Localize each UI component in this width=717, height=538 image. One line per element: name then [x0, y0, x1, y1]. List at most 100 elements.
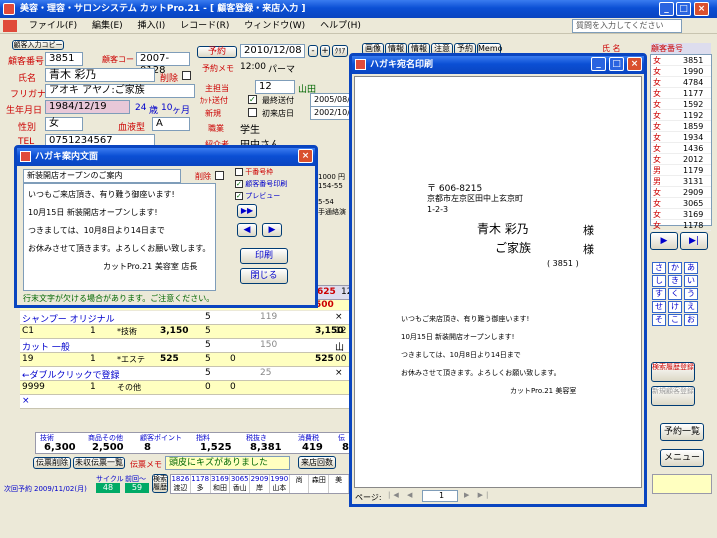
list-item[interactable]: 女 1990	[651, 66, 711, 77]
list-item[interactable]: 男 3131	[651, 176, 711, 187]
copy-button[interactable]: 顧客入力コピー	[12, 40, 64, 50]
recent-item[interactable]: 3065 香山	[230, 475, 251, 493]
recent-item[interactable]: 美	[329, 475, 350, 493]
menu-window[interactable]: ウィンドウ(W)	[238, 18, 311, 34]
booking-date[interactable]: 2010/12/08	[240, 44, 305, 58]
page-nav-first-icon[interactable]: |◀ ◀	[388, 491, 415, 499]
recent-item[interactable]: 1990 山本	[270, 475, 290, 493]
subject-field[interactable]: 新装開店オープンのご案内	[23, 169, 181, 183]
blood-select[interactable]: A	[152, 117, 190, 131]
list-item[interactable]: 女 3851	[651, 55, 711, 66]
table-row[interactable]: シャンプー オリジナル 5 119 ×	[20, 311, 350, 325]
history-button[interactable]: 検索履歴登録	[651, 362, 695, 382]
list-item[interactable]: 女 3065	[651, 198, 711, 209]
unpaid-slips-button[interactable]: 未収伝票一覧	[73, 457, 125, 469]
slip-delete-button[interactable]: 伝票削除	[33, 457, 71, 469]
table-row[interactable]: ×	[20, 395, 350, 409]
list-item[interactable]: 女 2012	[651, 154, 711, 165]
page-nav-last-icon[interactable]: ▶ ▶|	[464, 491, 491, 499]
kana-button[interactable]: す	[652, 288, 666, 300]
fast-forward-icon[interactable]: ▶▶	[237, 204, 257, 218]
date-minus-button[interactable]: -	[308, 45, 318, 57]
menu-insert[interactable]: 挿入(I)	[132, 18, 172, 34]
customer-list[interactable]: 女 3851 女 1990 女 4784 女 1177 女 1592 女 1192 女 1859 女 1934…	[650, 54, 712, 231]
search-history-button[interactable]: 検索履歴	[152, 474, 168, 493]
recent-item[interactable]: 2909 岸	[250, 475, 270, 493]
next-page-icon[interactable]: ▶	[262, 223, 282, 237]
preview-minimize-icon[interactable]: _	[591, 57, 606, 71]
preview-maximize-icon[interactable]: □	[609, 57, 624, 71]
booking-list-button[interactable]: 予約一覧	[660, 423, 704, 441]
kana-button[interactable]: し	[652, 275, 666, 287]
kana-button[interactable]: あ	[684, 262, 698, 274]
last-send-check[interactable]: ✓	[248, 95, 257, 104]
date-plus-button[interactable]: +	[320, 45, 330, 57]
list-item[interactable]: 女 1178	[651, 220, 711, 231]
subject-delete-checkbox[interactable]	[215, 171, 224, 180]
opt-preview-checkbox[interactable]: ✓	[235, 192, 243, 200]
close-button[interactable]: 閉じる	[240, 268, 288, 284]
menu-edit[interactable]: 編集(E)	[86, 18, 129, 34]
list-item[interactable]: 女 1192	[651, 110, 711, 121]
kana-button[interactable]: か	[668, 262, 682, 274]
sex-select[interactable]: 女	[45, 117, 83, 131]
list-item[interactable]: 女 1859	[651, 121, 711, 132]
kana-button[interactable]: え	[684, 301, 698, 313]
opt-number-checkbox[interactable]: ✓	[235, 180, 243, 188]
next-icon[interactable]: ▶	[650, 232, 678, 250]
visit-count-button[interactable]: 来店回数	[298, 456, 336, 469]
maximize-icon[interactable]: □	[676, 2, 691, 16]
help-search-input[interactable]: 質問を入力してください	[572, 19, 682, 33]
recent-item[interactable]: 尚	[290, 475, 310, 493]
customer-no-field[interactable]: 3851	[45, 52, 83, 66]
list-item[interactable]: 女 1436	[651, 143, 711, 154]
menu-file[interactable]: ファイル(F)	[23, 18, 83, 34]
customer-code-field[interactable]: 2007-0128	[136, 52, 190, 76]
list-item[interactable]: 女 3169	[651, 209, 711, 220]
preview-close-icon[interactable]: ×	[627, 57, 642, 71]
list-item[interactable]: 男 1179	[651, 165, 711, 176]
minimize-icon[interactable]: _	[659, 2, 674, 16]
kana-button[interactable]: さ	[652, 262, 666, 274]
kana-field[interactable]: アオキ アヤノ:ご家族	[45, 84, 195, 98]
kana-button[interactable]: お	[684, 314, 698, 326]
menu-button[interactable]: メニュー	[660, 449, 704, 467]
booking-button[interactable]: 予約	[197, 46, 237, 58]
list-item[interactable]: 女 1934	[651, 132, 711, 143]
first-date-field[interactable]: 2002/10/1	[310, 106, 355, 120]
kana-button[interactable]: こ	[668, 314, 682, 326]
kana-button[interactable]: く	[668, 288, 682, 300]
prev-icon[interactable]: ◀	[237, 223, 257, 237]
recent-item[interactable]: 3169 和田	[211, 475, 231, 493]
staff-select[interactable]: 12	[255, 80, 295, 94]
kana-button[interactable]: け	[668, 301, 682, 313]
recent-item[interactable]: 1826 渡辺	[171, 475, 191, 493]
table-row[interactable]: ←ダブルクリックで登録 5 25 ×	[20, 367, 350, 381]
kana-button[interactable]: そ	[652, 314, 666, 326]
slip-memo-field[interactable]: 頭皮にキズがありました	[165, 456, 290, 470]
print-button[interactable]: 印刷	[240, 248, 288, 264]
name-field[interactable]: 青木 彩乃	[45, 68, 155, 82]
page-number-input[interactable]: 1	[422, 490, 458, 502]
birth-field[interactable]: 1984/12/19	[45, 100, 130, 114]
last-icon[interactable]: ▶|	[680, 232, 708, 250]
table-row[interactable]: 9999 1 その他 0 0	[20, 381, 350, 395]
kana-button[interactable]: う	[684, 288, 698, 300]
clear-button[interactable]: ｸﾘｱ	[332, 45, 348, 57]
table-row[interactable]: C1 1 *技術 3,150 5 3,150 12	[20, 325, 350, 339]
menu-record[interactable]: レコード(R)	[174, 18, 235, 34]
close-icon[interactable]: ×	[694, 2, 709, 16]
list-item[interactable]: 女 2909	[651, 187, 711, 198]
kana-button[interactable]: い	[684, 275, 698, 287]
kana-button[interactable]: き	[668, 275, 682, 287]
last-date-field[interactable]: 2005/08/0	[310, 93, 355, 107]
recent-item[interactable]: 1178 多	[191, 475, 211, 493]
list-item[interactable]: 女 4784	[651, 77, 711, 88]
table-row[interactable]: 19 1 *エステ 525 0 5 525 00	[20, 353, 350, 367]
recent-item[interactable]: 森田	[309, 475, 330, 493]
list-item[interactable]: 女 1592	[651, 99, 711, 110]
menu-help[interactable]: ヘルプ(H)	[314, 18, 367, 34]
kana-button[interactable]: せ	[652, 301, 666, 313]
delete-checkbox[interactable]	[182, 71, 191, 80]
new-customer-button[interactable]: 新規顧客登録	[651, 386, 695, 406]
